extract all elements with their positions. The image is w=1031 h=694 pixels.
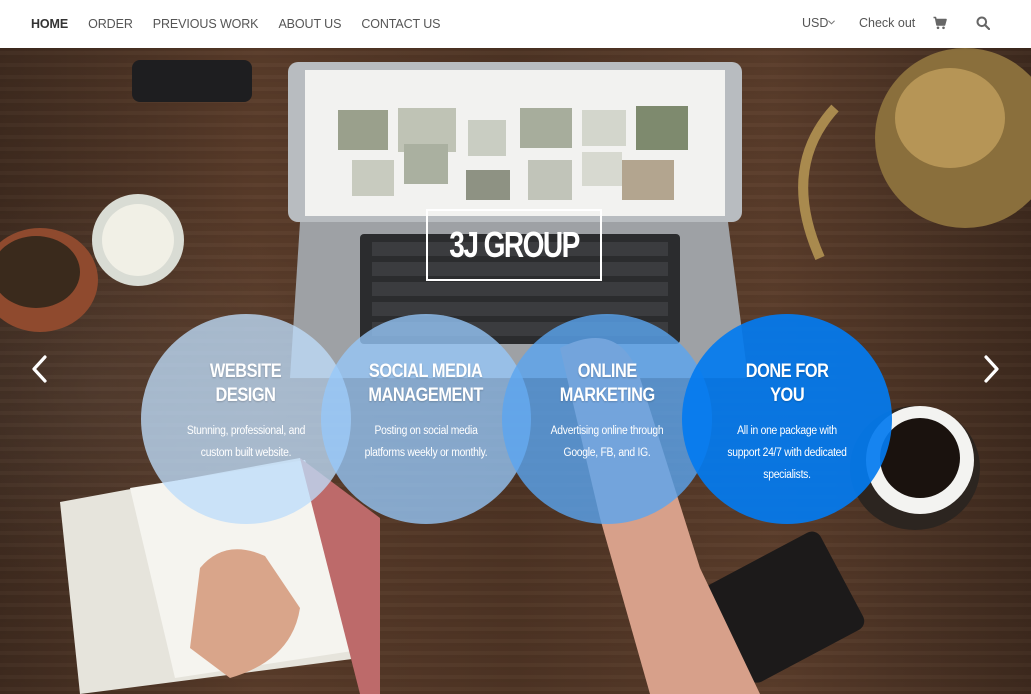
nav-item-contact-us[interactable]: CONTACT US: [361, 17, 440, 31]
service-description: Advertising online through Google, FB, a…: [550, 425, 664, 459]
service-social-media-management[interactable]: SOCIAL MEDIA MANAGEMENT Posting on socia…: [321, 314, 531, 524]
currency-selector[interactable]: USD: [802, 16, 828, 30]
service-title-line: YOU: [769, 385, 805, 406]
service-website-design[interactable]: WEBSITE DESIGN Stunning, professional, a…: [141, 314, 351, 524]
chevron-right-icon[interactable]: [980, 354, 1002, 384]
service-description: Posting on social media platforms weekly…: [364, 425, 488, 459]
nav-item-about-us[interactable]: ABOUT US: [278, 17, 341, 31]
service-online-marketing[interactable]: ONLINE MARKETING Advertising online thro…: [502, 314, 712, 524]
service-title-line: WEBSITE: [210, 361, 282, 382]
hero-title: 3J GROUP: [449, 224, 580, 265]
chevron-left-icon[interactable]: [29, 354, 51, 384]
service-title-line: DONE FOR: [745, 361, 829, 382]
nav-item-home[interactable]: HOME: [31, 17, 68, 31]
cart-icon[interactable]: [933, 16, 947, 30]
hero-title-box: 3J GROUP: [426, 209, 602, 281]
service-description: Stunning, professional, and custom built…: [186, 425, 306, 459]
service-title-line: MANAGEMENT: [368, 385, 484, 406]
chevron-down-icon[interactable]: [828, 19, 835, 26]
hero-slider: 3J GROUP WEBSITE DESIGN Stunning, profes…: [0, 48, 1031, 694]
service-done-for-you[interactable]: DONE FOR YOU All in one package with sup…: [682, 314, 892, 524]
service-title: WEBSITE DESIGN: [210, 360, 282, 408]
checkout-link[interactable]: Check out: [859, 16, 915, 30]
service-description: All in one package with support 24/7 wit…: [727, 425, 847, 481]
service-title-line: DESIGN: [215, 385, 277, 406]
service-title: SOCIAL MEDIA MANAGEMENT: [369, 360, 484, 408]
top-navbar: HOME ORDER PREVIOUS WORK ABOUT US CONTAC…: [0, 0, 1031, 48]
service-title-line: SOCIAL MEDIA: [369, 361, 483, 382]
service-title-line: ONLINE: [577, 361, 637, 382]
search-icon[interactable]: [976, 16, 990, 30]
service-title: ONLINE MARKETING: [559, 360, 655, 408]
nav-item-order[interactable]: ORDER: [88, 17, 133, 31]
nav-item-previous-work[interactable]: PREVIOUS WORK: [153, 17, 259, 31]
service-title: DONE FOR YOU: [746, 360, 829, 408]
main-menu: HOME ORDER PREVIOUS WORK ABOUT US CONTAC…: [31, 0, 460, 48]
service-title-line: MARKETING: [559, 385, 655, 406]
